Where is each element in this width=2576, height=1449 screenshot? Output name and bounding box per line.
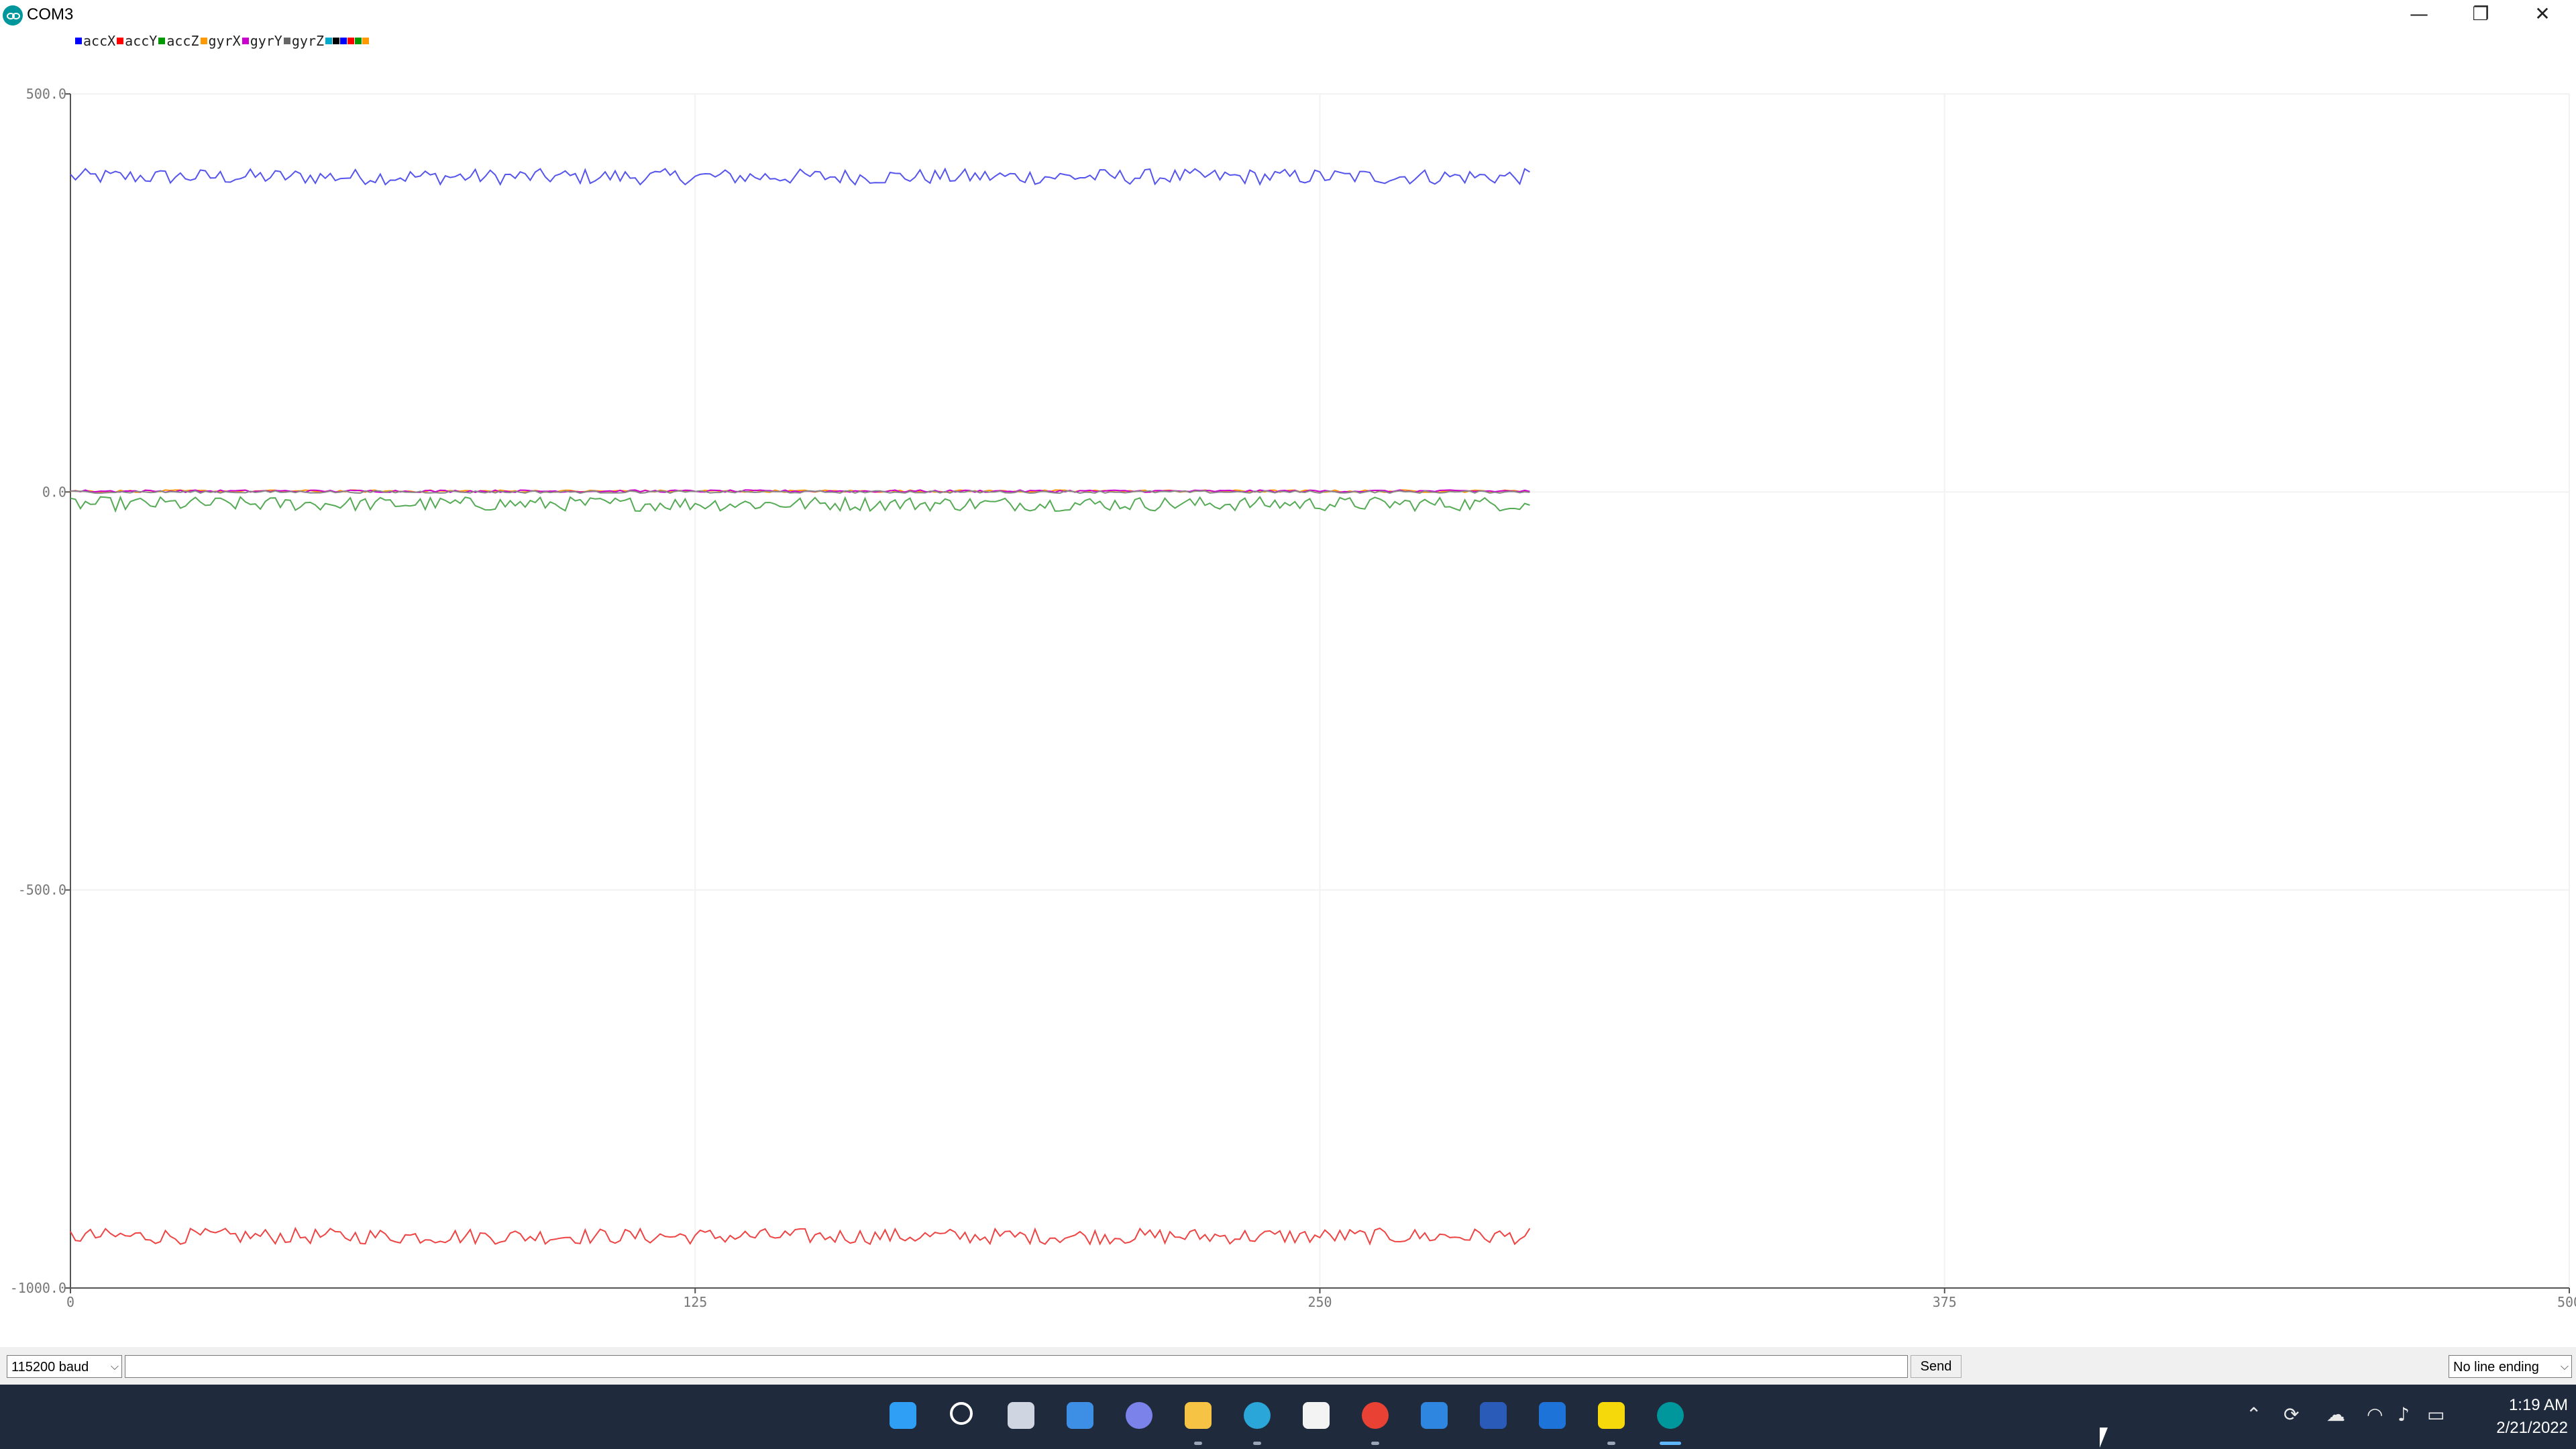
legend-extra-swatch	[340, 38, 347, 44]
send-bar: 115200 baud ⌵ Send No line ending ⌵	[0, 1347, 2576, 1385]
outlook-icon[interactable]	[1534, 1398, 1571, 1436]
legend-extra-swatch	[325, 38, 333, 44]
legend-item-accX: accX	[75, 33, 115, 49]
teams-chat-glyph	[1126, 1402, 1152, 1429]
start-glyph	[890, 1402, 916, 1429]
sync-icon[interactable]: ⟳	[2284, 1403, 2299, 1426]
clock-date: 2/21/2022	[2496, 1419, 2568, 1437]
series-line-accY	[70, 1226, 1531, 1246]
widgets-icon[interactable]	[1061, 1398, 1099, 1436]
chevron-down-icon: ⌵	[110, 1361, 119, 1373]
x-tick-label: 500	[2557, 1294, 2576, 1310]
legend-swatch	[241, 38, 249, 44]
mouse-cursor-icon	[2100, 1428, 2108, 1448]
close-button[interactable]: ✕	[2512, 0, 2573, 31]
volume-icon[interactable]: ♪	[2398, 1403, 2410, 1426]
x-tick-label: 250	[1307, 1294, 1332, 1310]
start-icon[interactable]	[884, 1398, 922, 1436]
legend-swatch	[283, 38, 290, 44]
x-tick-label: 125	[683, 1294, 707, 1310]
running-indicator	[1194, 1442, 1202, 1445]
legend-item-gyrX: gyrX	[200, 33, 241, 49]
baud-rate-select[interactable]: 115200 baud ⌵	[7, 1355, 122, 1378]
plot-legend: accX accY accZ gyrX gyrY gyrZ	[75, 32, 370, 50]
file-explorer-glyph	[1185, 1402, 1212, 1429]
legend-extra-swatch	[355, 38, 362, 44]
line-ending-value: No line ending	[2453, 1360, 2539, 1375]
mail-icon[interactable]	[1415, 1398, 1453, 1436]
legend-label: accZ	[166, 33, 199, 49]
running-indicator	[1253, 1442, 1261, 1445]
maximize-button[interactable]: ❐	[2450, 0, 2512, 31]
chrome-icon[interactable]	[1356, 1398, 1394, 1445]
word-icon[interactable]	[1474, 1398, 1512, 1436]
legend-swatch	[117, 38, 124, 44]
window-title: COM3	[27, 5, 74, 23]
legend-extra-swatch	[333, 38, 340, 44]
legend-label: gyrZ	[291, 33, 325, 49]
send-input[interactable]	[125, 1355, 1908, 1378]
minimize-button[interactable]: —	[2388, 0, 2450, 31]
sticky-notes-icon[interactable]	[1593, 1398, 1630, 1445]
running-indicator	[1660, 1442, 1681, 1445]
legend-label: gyrX	[208, 33, 241, 49]
wifi-icon[interactable]: ◠	[2367, 1403, 2383, 1426]
baud-rate-value: 115200 baud	[11, 1360, 89, 1375]
legend-item-accZ: accZ	[158, 33, 199, 49]
store-icon[interactable]	[1297, 1398, 1335, 1436]
y-tick-label: -500.0	[18, 882, 66, 898]
arduino-app-icon	[3, 5, 23, 25]
battery-icon[interactable]: ▭	[2427, 1403, 2445, 1426]
sticky-notes-glyph	[1598, 1402, 1625, 1429]
y-tick-label: 500.0	[26, 86, 66, 102]
line-ending-select[interactable]: No line ending ⌵	[2449, 1355, 2572, 1378]
taskbar: ⌃ ⟳ ☁ ◠ ♪ ▭ 1:19 AM 2/21/2022	[0, 1385, 2576, 1449]
x-tick-label: 375	[1933, 1294, 1957, 1310]
arduino-glyph	[1657, 1402, 1684, 1429]
series-line-accX	[70, 167, 1530, 186]
clock[interactable]: 1:19 AM 2/21/2022	[2461, 1394, 2568, 1440]
arduino-icon[interactable]	[1652, 1398, 1689, 1445]
clock-time: 1:19 AM	[2508, 1396, 2568, 1414]
task-view-icon[interactable]	[1002, 1398, 1040, 1436]
edge-glyph	[1244, 1402, 1271, 1429]
legend-swatch	[200, 38, 207, 44]
chevron-up-icon[interactable]: ⌃	[2246, 1403, 2261, 1426]
store-glyph	[1303, 1402, 1330, 1429]
title-bar: COM3 — ❐ ✕	[0, 0, 2576, 31]
legend-swatch	[75, 38, 82, 44]
legend-label: gyrY	[250, 33, 282, 49]
file-explorer-icon[interactable]	[1179, 1398, 1217, 1445]
chevron-down-icon: ⌵	[2560, 1361, 2569, 1373]
search-icon[interactable]	[943, 1398, 981, 1436]
legend-label: accX	[83, 33, 116, 49]
legend-extra-swatch	[362, 38, 370, 44]
legend-swatch	[158, 38, 166, 44]
legend-label: accY	[125, 33, 158, 49]
legend-item-accY: accY	[117, 33, 157, 49]
word-glyph	[1480, 1402, 1507, 1429]
serial-plotter-chart: 500.0 0.0 -500.0 -1000.00 125 250 375 500	[10, 86, 2576, 1310]
running-indicator	[1371, 1442, 1379, 1445]
running-indicator	[1607, 1442, 1615, 1445]
outlook-glyph	[1539, 1402, 1566, 1429]
onedrive-cloud-icon[interactable]: ☁	[2326, 1403, 2345, 1426]
search-glyph	[950, 1402, 973, 1425]
y-tick-label: 0.0	[42, 484, 66, 500]
legend-item-gyrZ: gyrZ	[283, 33, 325, 49]
widgets-glyph	[1067, 1402, 1093, 1429]
mail-glyph	[1421, 1402, 1448, 1429]
edge-icon[interactable]	[1238, 1398, 1276, 1445]
y-tick-label: -1000.0	[10, 1280, 66, 1296]
send-button[interactable]: Send	[1911, 1355, 1962, 1378]
legend-item-gyrY: gyrY	[241, 33, 282, 49]
legend-extra-swatch	[347, 38, 355, 44]
x-tick-label: 0	[66, 1294, 74, 1310]
task-view-glyph	[1008, 1402, 1034, 1429]
chrome-glyph	[1362, 1402, 1389, 1429]
teams-chat-icon[interactable]	[1120, 1398, 1158, 1436]
series-line-accZ	[70, 495, 1530, 513]
